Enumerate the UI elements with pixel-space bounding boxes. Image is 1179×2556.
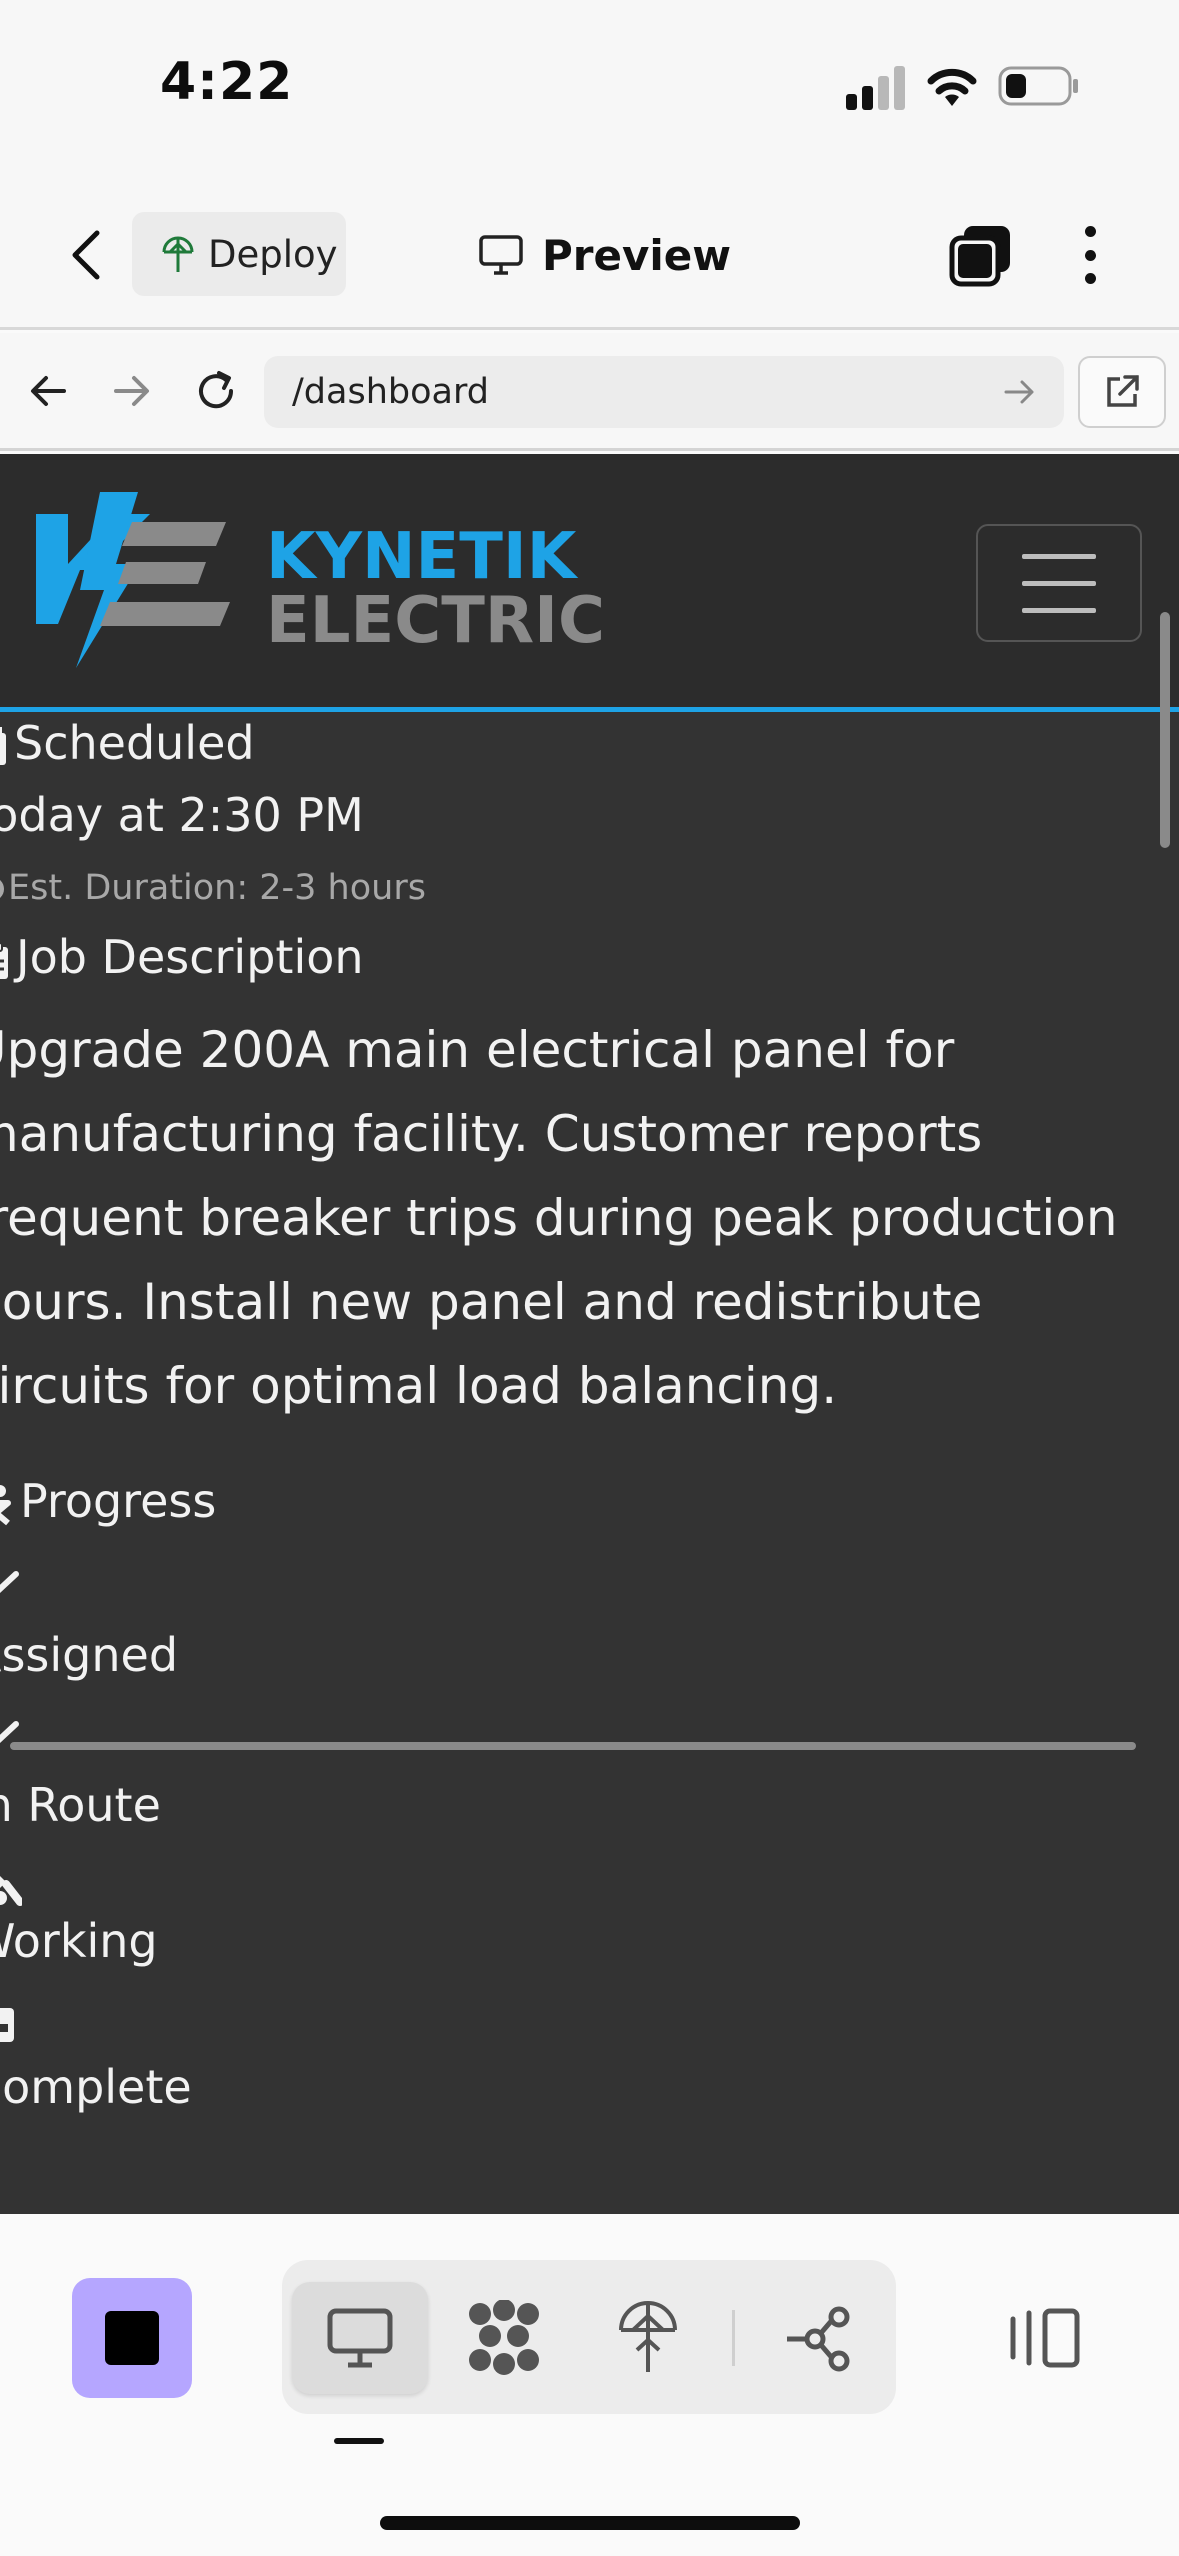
progress-heading: Progress	[0, 1474, 216, 1528]
step-icon-working	[0, 1860, 24, 1910]
step-icon-in-route	[0, 1720, 20, 1758]
menu-toggle-button[interactable]	[976, 524, 1142, 642]
tabs-icon[interactable]	[948, 222, 1014, 288]
step-label-complete: Complete	[0, 2060, 192, 2114]
vertical-scrollbar[interactable]	[1160, 612, 1170, 848]
arrow-left-icon	[31, 376, 66, 406]
more-options-button[interactable]	[1070, 220, 1110, 290]
step-label-working: Working	[0, 1914, 158, 1968]
monitor-icon	[327, 2308, 393, 2368]
calendar-icon	[0, 726, 6, 765]
step-label-in-route: In Route	[0, 1778, 161, 1832]
url-input[interactable]: /dashboard	[264, 356, 1064, 428]
arrow-right-icon	[114, 376, 149, 406]
step-icon-complete	[0, 2008, 16, 2050]
back-button[interactable]	[56, 220, 116, 290]
segment-divider	[732, 2310, 735, 2366]
open-external-button[interactable]	[1078, 356, 1166, 428]
brand-logo: KYNETIK ELECTRIC	[36, 492, 605, 668]
reload-button[interactable]	[184, 356, 248, 426]
description-heading: Job Description	[0, 930, 364, 984]
external-link-icon	[1107, 375, 1139, 407]
panel-icon	[1010, 2308, 1080, 2368]
scheduled-value: Today at 2:30 PM	[0, 788, 364, 842]
home-indicator[interactable]	[380, 2516, 800, 2530]
browser-back-button[interactable]	[16, 356, 80, 426]
brand-line-1: KYNETIK	[266, 520, 579, 594]
deploy-button[interactable]: Deploy	[132, 212, 346, 296]
deploy-icon	[619, 2301, 677, 2372]
panel-toggle-button[interactable]	[1004, 2300, 1086, 2376]
monitor-icon	[479, 235, 523, 275]
scheduled-heading: Scheduled	[0, 716, 255, 770]
brand-line-2: ELECTRIC	[266, 584, 605, 658]
signal-icon	[846, 66, 908, 110]
status-time: 4:22	[160, 52, 294, 112]
flag-icon	[0, 2008, 14, 2042]
site-header: KYNETIK ELECTRIC	[0, 454, 1179, 712]
horizontal-scrollbar[interactable]	[10, 1742, 1136, 1750]
deploy-label: Deploy	[208, 232, 338, 276]
description-heading-text: Job Description	[16, 930, 364, 984]
check-icon	[0, 1571, 19, 1593]
network-icon	[469, 2300, 539, 2375]
preview-title[interactable]: Preview	[478, 222, 731, 288]
duration-value: Est. Duration: 2-3 hours	[8, 868, 426, 908]
duration-text: Est. Duration: 2-3 hours	[0, 868, 426, 908]
deploy-tab[interactable]	[580, 2282, 716, 2394]
flow-icon	[787, 2306, 850, 2372]
stop-button[interactable]	[72, 2278, 192, 2398]
flow-tab[interactable]	[750, 2282, 886, 2394]
tools-icon	[0, 1876, 24, 1906]
battery-icon	[998, 66, 1078, 106]
chevron-left-icon	[72, 230, 100, 280]
web-preview: KYNETIK ELECTRIC Scheduled Today at 2:30…	[0, 454, 1179, 2214]
nodes-tab[interactable]	[436, 2282, 572, 2394]
wifi-icon	[927, 68, 977, 106]
preview-label: Preview	[542, 230, 732, 280]
progress-heading-text: Progress	[20, 1474, 217, 1528]
clock-icon	[0, 880, 4, 898]
progress-icon	[0, 1484, 11, 1525]
go-arrow-icon[interactable]	[1000, 372, 1040, 412]
scheduled-heading-text: Scheduled	[14, 716, 255, 770]
preview-tab[interactable]	[292, 2282, 428, 2394]
step-icon-assigned	[0, 1570, 20, 1608]
url-text: /dashboard	[292, 372, 489, 412]
stop-icon	[105, 2311, 159, 2365]
browser-forward-button[interactable]	[100, 356, 164, 426]
clipboard-icon	[0, 941, 8, 979]
step-label-assigned: Assigned	[0, 1628, 179, 1682]
deploy-icon	[162, 236, 194, 272]
active-tab-indicator	[334, 2438, 384, 2444]
job-description: Upgrade 200A main electrical panel for m…	[0, 1021, 1118, 1415]
reload-icon	[199, 371, 234, 409]
